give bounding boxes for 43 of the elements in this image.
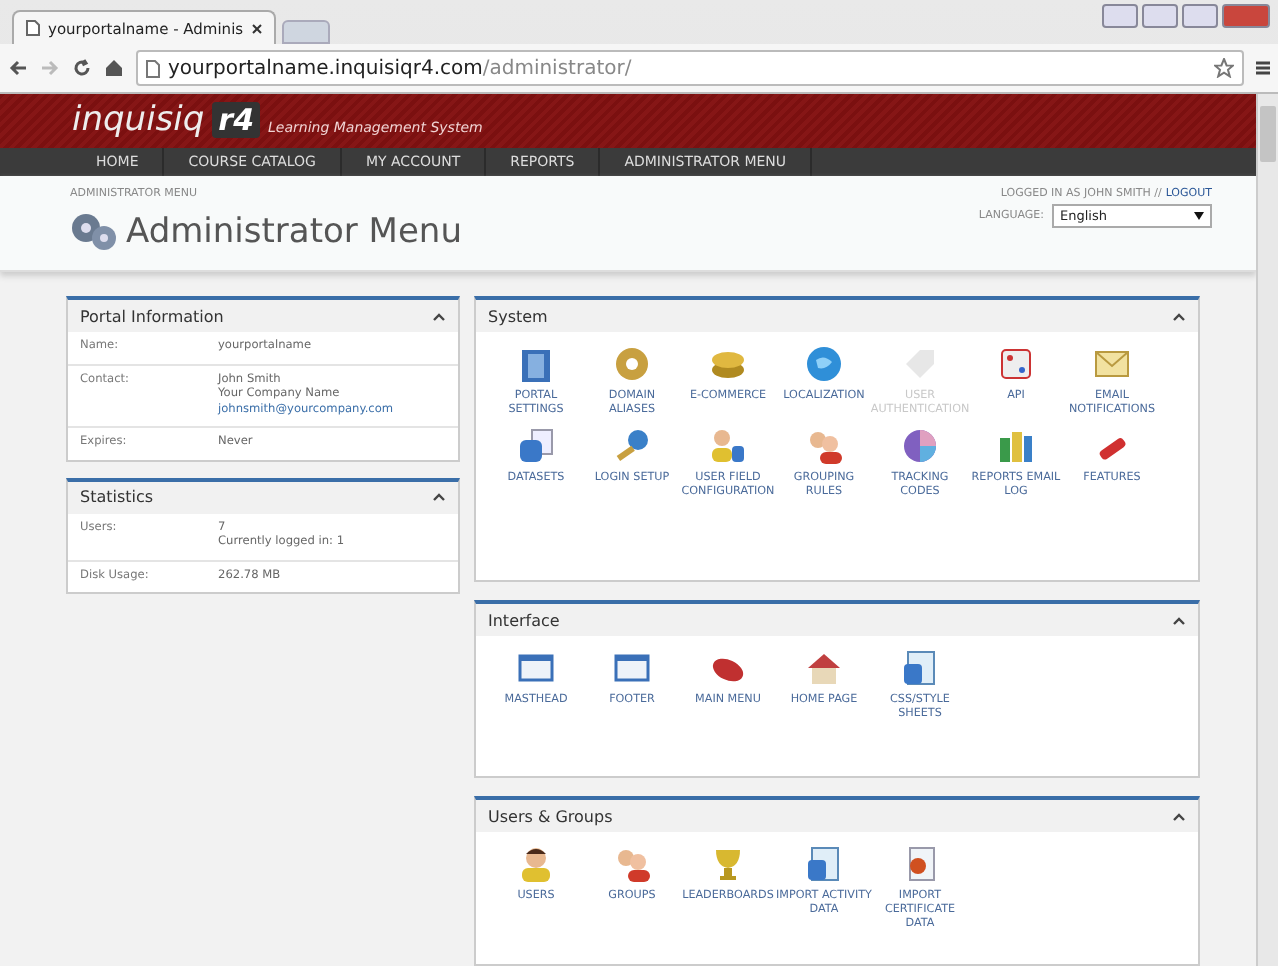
dice-icon [996,344,1036,384]
document-icon [804,844,844,884]
page-icon [26,20,40,36]
maximize-button[interactable] [1182,4,1218,28]
collapse-icon[interactable] [1172,811,1186,821]
globe-icon [804,344,844,384]
panel-title: Portal Information [80,307,224,325]
close-icon[interactable] [252,23,262,33]
scrollbar[interactable] [1256,94,1278,966]
menu-icon[interactable] [1256,60,1270,76]
panel-title: Users & Groups [488,807,613,825]
logo-text: inquisiq [72,100,205,141]
user-database-icon [708,426,748,466]
panel-title: System [488,307,548,325]
users-icon [612,844,652,884]
caret-icon [1194,212,1204,220]
star-icon[interactable] [1214,58,1234,78]
scrollbar-thumb[interactable] [1260,106,1276,162]
back-icon[interactable] [8,58,28,78]
address-bar[interactable]: yourportalname.inquisiqr4.com/administrator/ [136,50,1244,86]
collapse-icon[interactable] [1172,615,1186,625]
user-icon [516,844,556,884]
collapse-icon[interactable] [432,311,446,321]
page-title: Administrator Menu [126,212,462,252]
gear-icon [612,344,652,384]
building-icon [516,344,556,384]
minimize-button[interactable] [1142,4,1178,28]
house-icon [804,648,844,688]
database-icon [516,426,556,466]
page-icon [146,59,160,77]
collapse-icon[interactable] [432,492,446,502]
document-icon [900,648,940,688]
home-icon[interactable] [104,58,124,78]
bar-chart-icon [996,426,1036,466]
users-icon [804,426,844,466]
gears-icon [70,212,118,252]
pie-chart-icon [900,426,940,466]
reload-icon[interactable] [72,58,92,78]
panel-title: Interface [488,611,560,629]
collapse-icon[interactable] [1172,311,1186,321]
logo-badge: r4 [212,102,261,139]
user-button[interactable] [1102,4,1138,28]
panel-title: Statistics [80,488,154,506]
